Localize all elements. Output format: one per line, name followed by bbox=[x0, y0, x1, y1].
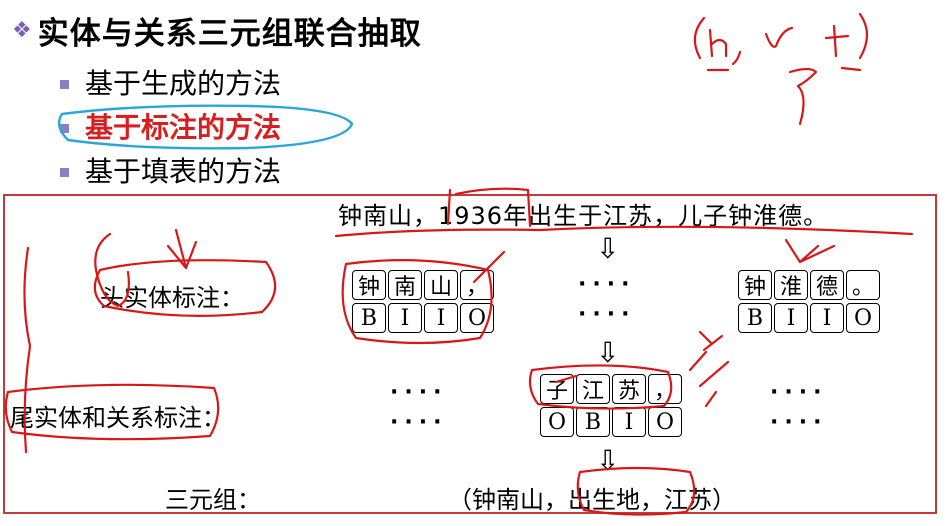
tail-relation-label: 尾实体和关系标注： bbox=[10, 404, 226, 432]
bullet-text: 基于标注的方法 bbox=[85, 111, 282, 144]
down-arrow-icon: ⇩ bbox=[596, 232, 620, 265]
tag-cell: B bbox=[576, 407, 610, 437]
title-text: 实体与关系三元组联合抽取 bbox=[37, 16, 422, 52]
bullet-text: 基于填表的方法 bbox=[85, 155, 282, 188]
square-bullet-icon bbox=[60, 123, 69, 133]
down-arrow-icon: ⇩ bbox=[596, 444, 620, 477]
ink-paren-right bbox=[858, 12, 869, 60]
ink-r bbox=[764, 26, 794, 48]
ink-h bbox=[708, 28, 728, 58]
ellipsis: ···· bbox=[578, 302, 636, 327]
square-bullet-icon bbox=[60, 79, 69, 89]
tag-cell: I bbox=[424, 303, 458, 333]
token-cell: 山 bbox=[424, 270, 458, 300]
token-cell: 钟 bbox=[352, 270, 386, 300]
ellipsis: ···· bbox=[770, 410, 828, 435]
bullet-item-active: 基于标注的方法 bbox=[60, 104, 281, 148]
ellipsis: ···· bbox=[578, 272, 636, 297]
tag-cell: O bbox=[846, 303, 880, 333]
token-cell: 江 bbox=[576, 374, 610, 404]
head-tag-group-right: 钟 淮 德 。 B I I O bbox=[738, 270, 880, 333]
triple-label: 三元组： bbox=[165, 486, 261, 514]
tag-cell: I bbox=[810, 303, 844, 333]
input-sentence: 钟南山，1936年出生于江苏，儿子钟淮德。 bbox=[338, 202, 829, 230]
ellipsis: ···· bbox=[390, 380, 448, 405]
ink-t bbox=[824, 24, 850, 58]
token-cell: 南 bbox=[388, 270, 422, 300]
ink-comma bbox=[731, 50, 742, 66]
head-tag-group-left: 钟 南 山 ， B I I O bbox=[352, 270, 494, 333]
diagram-frame bbox=[3, 194, 937, 514]
bullet-list: 基于生成的方法 基于标注的方法 基于填表的方法 bbox=[60, 60, 281, 192]
token-cell: 子 bbox=[540, 374, 574, 404]
token-cell: 德 bbox=[810, 270, 844, 300]
down-arrow-icon: ⇩ bbox=[596, 336, 620, 369]
tag-cell: I bbox=[388, 303, 422, 333]
token-cell: 。 bbox=[846, 270, 880, 300]
token-cell: 苏 bbox=[612, 374, 646, 404]
bullet-item: 基于填表的方法 bbox=[60, 148, 281, 192]
tag-cell: B bbox=[738, 303, 772, 333]
tag-cell: O bbox=[540, 407, 574, 437]
tag-cell: O bbox=[460, 303, 494, 333]
bullet-text: 基于生成的方法 bbox=[85, 67, 282, 100]
ink-squiggle bbox=[788, 67, 818, 126]
square-bullet-icon bbox=[60, 167, 69, 177]
head-entity-label: 头实体标注： bbox=[100, 284, 244, 312]
tag-cell: B bbox=[352, 303, 386, 333]
slide-title: ❖ 实体与关系三元组联合抽取 bbox=[12, 8, 422, 53]
diamond-bullet-icon: ❖ bbox=[12, 18, 32, 43]
slide: ❖ 实体与关系三元组联合抽取 基于生成的方法 基于标注的方法 基于填表的方法 钟… bbox=[0, 0, 947, 526]
bullet-item: 基于生成的方法 bbox=[60, 60, 281, 104]
result-triple: （钟南山，出生地，江苏） bbox=[448, 486, 736, 514]
token-cell: ， bbox=[460, 270, 494, 300]
ellipsis: ···· bbox=[390, 410, 448, 435]
tag-cell: I bbox=[774, 303, 808, 333]
token-cell: 钟 bbox=[738, 270, 772, 300]
ink-underline bbox=[706, 66, 862, 72]
ellipsis: ···· bbox=[770, 380, 828, 405]
ink-paren-left bbox=[693, 16, 706, 60]
tail-tag-group: 子 江 苏 ， O B I O bbox=[540, 374, 682, 437]
tag-cell: O bbox=[648, 407, 682, 437]
tag-cell: I bbox=[612, 407, 646, 437]
token-cell: ， bbox=[648, 374, 682, 404]
token-cell: 淮 bbox=[774, 270, 808, 300]
